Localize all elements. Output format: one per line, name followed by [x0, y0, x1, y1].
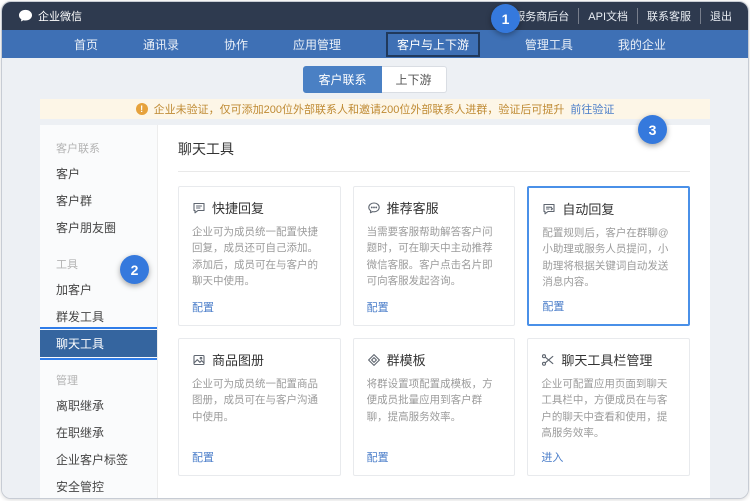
nav-item-home[interactable]: 首页 — [74, 36, 98, 53]
topbar-links: 服务商后台 API文档 联系客服 退出 — [514, 8, 732, 24]
main-nav: 首页 通讯录 协作 应用管理 客户与上下游 管理工具 我的企业 — [2, 30, 748, 58]
annotation-badge-3: 3 — [638, 115, 667, 144]
card-desc: 企业可为成员统一配置快捷回复，成员还可自己添加。添加后，成员可在与客户的聊天中使… — [192, 224, 327, 289]
annotation-badge-2: 2 — [120, 255, 149, 284]
nav-item-contacts[interactable]: 通讯录 — [143, 36, 179, 53]
sidebar-item-onjob-inherit[interactable]: 在职继承 — [40, 419, 157, 446]
link-contact-support[interactable]: 联系客服 — [637, 8, 691, 24]
enter-link-toolbar-manage[interactable]: 进入 — [541, 441, 676, 465]
sidebar-item-chat-tools[interactable]: 聊天工具 — [40, 330, 157, 357]
card-desc: 当需要客服帮助解答客户问题时，可在聊天中主动推荐微信客服。客户点击名片即可向客服… — [367, 224, 502, 289]
banner-text: 企业未验证，仅可添加200位外部联系人和邀请200位外部联系人进群，验证后可提升 — [154, 101, 565, 117]
tab-customer-contact[interactable]: 客户联系 — [303, 66, 381, 93]
card-title: 聊天工具栏管理 — [561, 350, 652, 369]
verify-link[interactable]: 前往验证 — [570, 101, 614, 117]
sidebar-item-customer-moments[interactable]: 客户朋友圈 — [40, 214, 157, 241]
link-api-docs[interactable]: API文档 — [578, 8, 628, 24]
card-desc: 配置规则后，客户在群聊@小助理或服务人员提问，小助理将根据关键词自动发送消息内容… — [542, 225, 675, 290]
group-template-icon — [367, 353, 381, 367]
sidebar-item-group-message[interactable]: 群发工具 — [40, 303, 157, 330]
card-title: 快捷回复 — [212, 198, 264, 217]
warning-icon: ! — [136, 103, 148, 115]
toolbar-manage-icon — [541, 353, 555, 367]
sidebar-header-customer-contact: 客户联系 — [40, 133, 157, 160]
card-product-album: 商品图册 企业可为成员统一配置商品图册，成员可在与客户沟通中使用。 配置 — [178, 338, 341, 476]
annotation-badge-1: 1 — [491, 4, 520, 33]
tabs-row: 客户联系 上下游 — [40, 58, 710, 99]
card-title: 自动回复 — [562, 199, 614, 218]
link-service-provider[interactable]: 服务商后台 — [514, 8, 569, 24]
card-desc: 将群设置项配置成模板，方便成员批量应用到客户群聊，提高服务效率。 — [367, 376, 502, 425]
content-area: 客户联系 上下游 ! 企业未验证，仅可添加200位外部联系人和邀请200位外部联… — [2, 58, 748, 499]
card-title: 推荐客服 — [387, 198, 439, 217]
sidebar-item-customer-groups[interactable]: 客户群 — [40, 187, 157, 214]
sidebar-item-resigned-inherit[interactable]: 离职继承 — [40, 392, 157, 419]
configure-link-auto-reply[interactable]: 配置 — [542, 290, 675, 314]
sidebar: 客户联系 客户 客户群 客户朋友圈 工具 加客户 群发工具 聊天工具 管理 离职… — [40, 125, 158, 499]
configure-link-group-template[interactable]: 配置 — [367, 441, 502, 465]
tool-cards-grid: 快捷回复 企业可为成员统一配置快捷回复，成员还可自己添加。添加后，成员可在与客户… — [178, 186, 690, 476]
wecom-logo-icon — [18, 9, 33, 23]
sidebar-item-security-control[interactable]: 安全管控 — [40, 473, 157, 499]
topbar: 企业微信 服务商后台 API文档 联系客服 退出 — [2, 2, 748, 30]
card-auto-reply: 自动回复 配置规则后，客户在群聊@小助理或服务人员提问，小助理将根据关键词自动发… — [527, 186, 690, 326]
card-group-template: 群模板 将群设置项配置成模板，方便成员批量应用到客户群聊，提高服务效率。 配置 — [353, 338, 516, 476]
configure-link-product-album[interactable]: 配置 — [192, 441, 327, 465]
card-recommend-service: 推荐客服 当需要客服帮助解答客户问题时，可在聊天中主动推荐微信客服。客户点击名片… — [353, 186, 516, 326]
sidebar-header-management: 管理 — [40, 365, 157, 392]
recommend-service-icon — [367, 201, 381, 215]
tab-upstream-downstream[interactable]: 上下游 — [382, 66, 447, 93]
brand-name: 企业微信 — [38, 8, 82, 24]
card-title: 群模板 — [387, 350, 426, 369]
brand: 企业微信 — [18, 8, 82, 24]
nav-item-customers[interactable]: 客户与上下游 — [386, 32, 480, 57]
card-title: 商品图册 — [212, 350, 264, 369]
main-wrapper: 客户联系 客户 客户群 客户朋友圈 工具 加客户 群发工具 聊天工具 管理 离职… — [40, 125, 710, 499]
nav-item-admin-tools[interactable]: 管理工具 — [525, 36, 573, 53]
card-toolbar-manage: 聊天工具栏管理 企业可配置应用页面到聊天工具栏中，方便成员在与客户的聊天中查看和… — [527, 338, 690, 476]
link-logout[interactable]: 退出 — [700, 8, 732, 24]
product-album-icon — [192, 353, 206, 367]
configure-link-recommend-service[interactable]: 配置 — [367, 291, 502, 315]
configure-link-quick-reply[interactable]: 配置 — [192, 291, 327, 315]
quick-reply-icon — [192, 201, 206, 215]
nav-item-my-company[interactable]: 我的企业 — [618, 36, 666, 53]
card-desc: 企业可配置应用页面到聊天工具栏中，方便成员在与客户的聊天中查看和使用，提高服务效… — [541, 376, 676, 441]
sidebar-item-customers[interactable]: 客户 — [40, 160, 157, 187]
nav-item-collaboration[interactable]: 协作 — [224, 36, 248, 53]
chat-tools-panel: 聊天工具 快捷回复 企业可为成员统一配置快捷回复，成员还可自己添加。添加后，成员… — [158, 125, 710, 499]
sidebar-item-customer-tags[interactable]: 企业客户标签 — [40, 446, 157, 473]
page-title: 聊天工具 — [178, 139, 690, 172]
nav-item-app-management[interactable]: 应用管理 — [293, 36, 341, 53]
card-desc: 企业可为成员统一配置商品图册，成员可在与客户沟通中使用。 — [192, 376, 327, 425]
card-quick-reply: 快捷回复 企业可为成员统一配置快捷回复，成员还可自己添加。添加后，成员可在与客户… — [178, 186, 341, 326]
app-window: 企业微信 服务商后台 API文档 联系客服 退出 首页 通讯录 协作 应用管理 … — [1, 1, 749, 499]
verification-banner: ! 企业未验证，仅可添加200位外部联系人和邀请200位外部联系人进群，验证后可… — [40, 99, 710, 119]
auto-reply-icon — [542, 202, 556, 216]
